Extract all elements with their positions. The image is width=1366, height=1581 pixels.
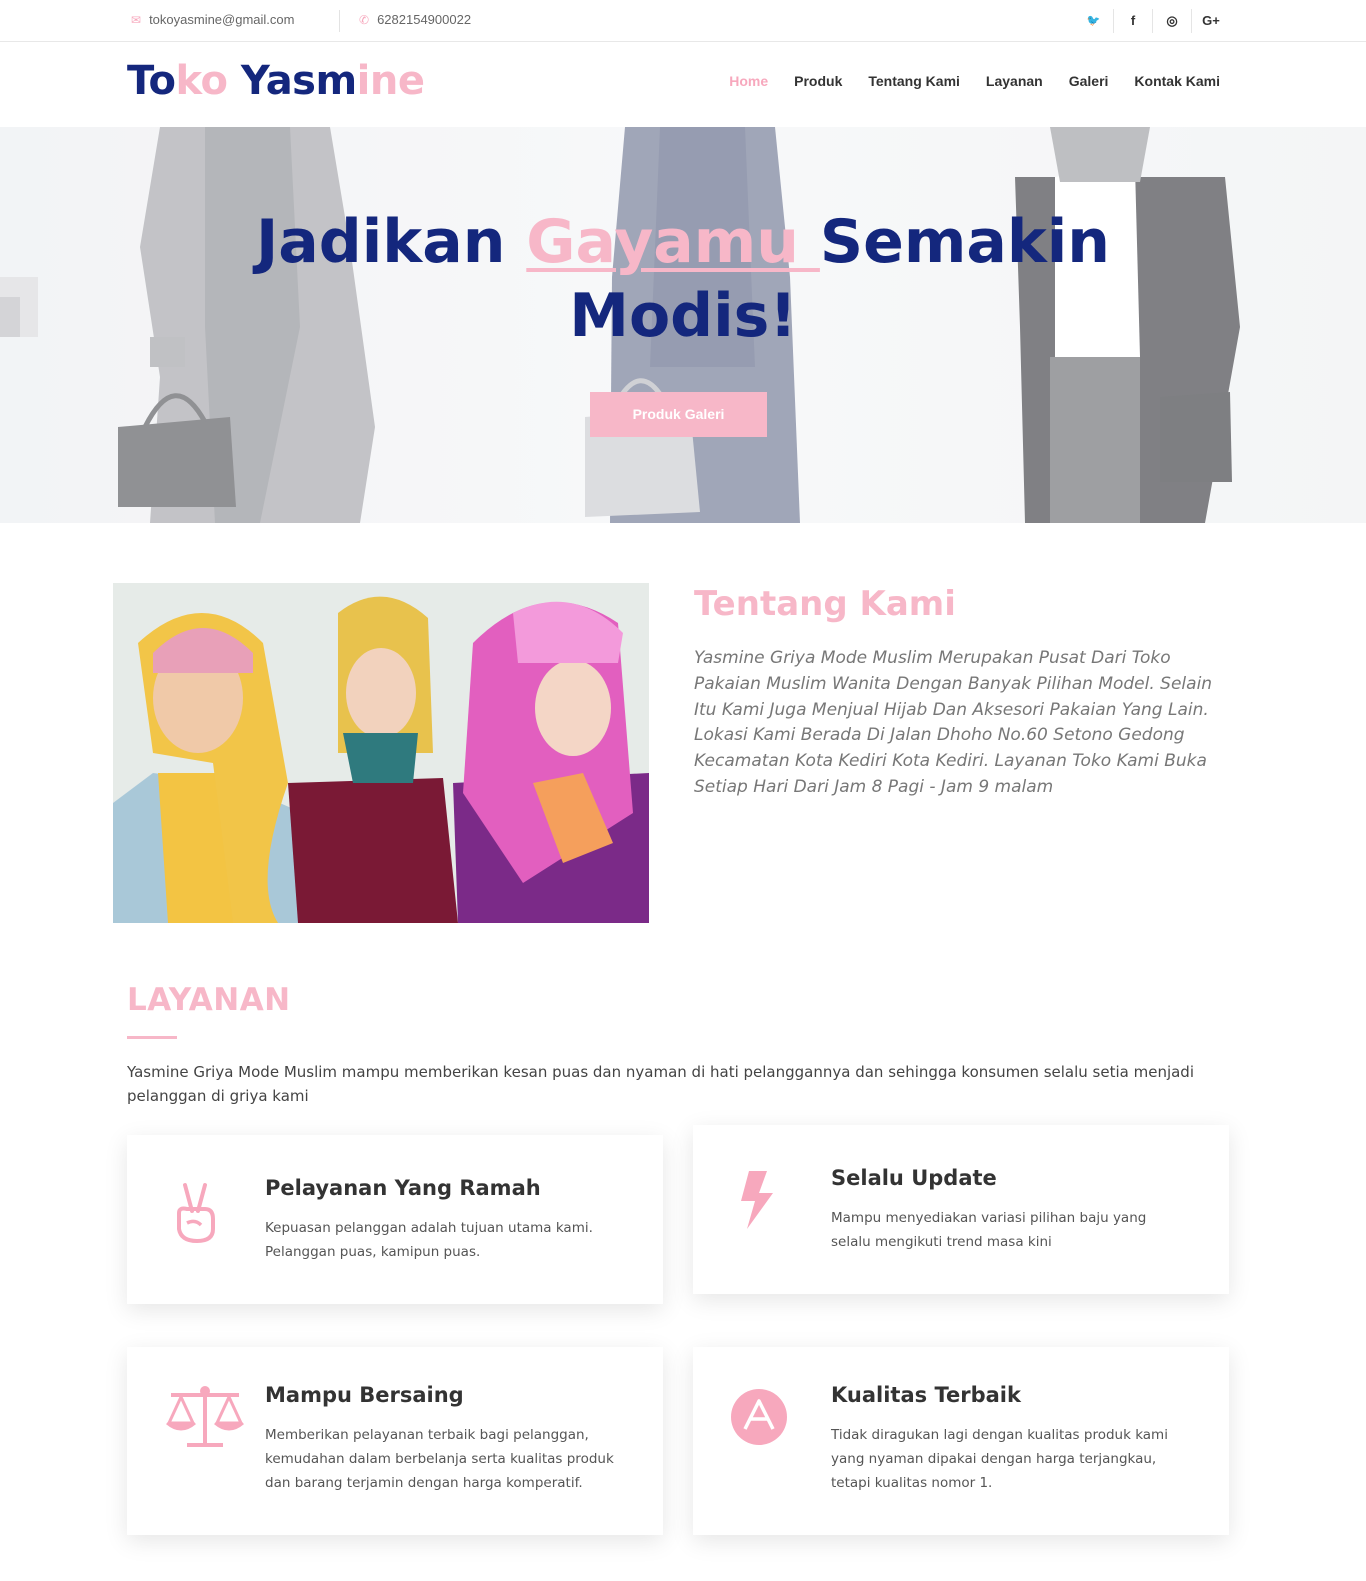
service-card-text: Kepuasan pelanggan adalah tujuan utama k… — [265, 1220, 593, 1260]
email-text: tokoyasmine@gmail.com — [149, 12, 295, 27]
divider — [339, 10, 340, 32]
service-card: Mampu Bersaing Memberikan pelayanan terb… — [127, 1347, 663, 1535]
service-card-title: Selalu Update — [831, 1166, 997, 1190]
phone-contact[interactable]: ✆ 6282154900022 — [359, 12, 471, 27]
logo-part: ko — [175, 58, 228, 104]
service-card-text: Mampu menyediakan variasi pilihan baju y… — [831, 1210, 1147, 1250]
nav-item-kontak-kami[interactable]: Kontak Kami — [1134, 73, 1220, 89]
logo-part: Yasm — [227, 58, 357, 104]
site-header: Toko Yasmine Home Produk Tentang Kami La… — [0, 43, 1366, 127]
nav-item-layanan[interactable]: Layanan — [986, 73, 1043, 89]
hero-banner: Jadikan Gayamu Semakin Modis! Produk Gal… — [0, 127, 1366, 523]
layanan-title: LAYANAN — [127, 982, 291, 1018]
service-card-title: Pelayanan Yang Ramah — [265, 1176, 541, 1200]
hero-title-line2: Modis! — [569, 281, 797, 351]
nav-item-galeri[interactable]: Galeri — [1069, 73, 1109, 89]
service-card-text: Memberikan pelayanan terbaik bagi pelang… — [265, 1427, 614, 1491]
about-image — [113, 583, 649, 923]
phone-icon: ✆ — [359, 12, 370, 27]
service-card-title: Kualitas Terbaik — [831, 1383, 1021, 1407]
facebook-icon[interactable]: f — [1113, 9, 1152, 33]
logo-part: To — [127, 58, 176, 104]
service-card: Kualitas Terbaik Tidak diragukan lagi de… — [693, 1347, 1229, 1535]
layanan-description: Yasmine Griya Mode Muslim mampu memberik… — [127, 1063, 1194, 1105]
letter-a-badge-icon — [731, 1389, 787, 1445]
about-title: Tentang Kami — [694, 584, 956, 624]
main-nav: Home Produk Tentang Kami Layanan Galeri … — [729, 73, 1220, 89]
top-bar: ✉ tokoyasmine@gmail.com ✆ 6282154900022 … — [0, 0, 1366, 42]
layanan-underline — [127, 1036, 177, 1039]
hero-title-highlight: Gayamu — [526, 207, 820, 277]
nav-item-home[interactable]: Home — [729, 73, 768, 89]
site-logo[interactable]: Toko Yasmine — [127, 58, 425, 104]
hero-title-part2: Semakin — [819, 207, 1111, 277]
social-links: 🐦 f ◎ G+ — [1074, 9, 1230, 33]
hero-title: Jadikan Gayamu Semakin Modis! — [0, 205, 1366, 353]
produk-galeri-button[interactable]: Produk Galeri — [590, 392, 767, 437]
lightning-icon — [741, 1171, 773, 1229]
hero-title-part1: Jadikan — [255, 207, 527, 277]
nav-item-tentang-kami[interactable]: Tentang Kami — [868, 73, 960, 89]
twitter-icon[interactable]: 🐦 — [1074, 9, 1113, 33]
phone-text: 6282154900022 — [377, 12, 472, 27]
peace-hand-icon — [177, 1183, 215, 1244]
logo-part: ine — [356, 58, 425, 104]
balance-scale-icon — [166, 1386, 244, 1447]
service-card-title: Mampu Bersaing — [265, 1383, 464, 1407]
about-text: Yasmine Griya Mode Muslim Merupakan Pusa… — [694, 648, 1213, 797]
service-card-text: Tidak diragukan lagi dengan kualitas pro… — [831, 1427, 1168, 1491]
nav-item-produk[interactable]: Produk — [794, 73, 842, 89]
service-card: Pelayanan Yang Ramah Kepuasan pelanggan … — [127, 1135, 663, 1304]
envelope-icon: ✉ — [131, 12, 142, 27]
hijab-models-image — [113, 583, 649, 923]
email-contact[interactable]: ✉ tokoyasmine@gmail.com — [131, 12, 294, 27]
service-card: Selalu Update Mampu menyediakan variasi … — [693, 1125, 1229, 1294]
instagram-icon[interactable]: ◎ — [1152, 9, 1191, 33]
google-plus-icon[interactable]: G+ — [1191, 9, 1230, 33]
